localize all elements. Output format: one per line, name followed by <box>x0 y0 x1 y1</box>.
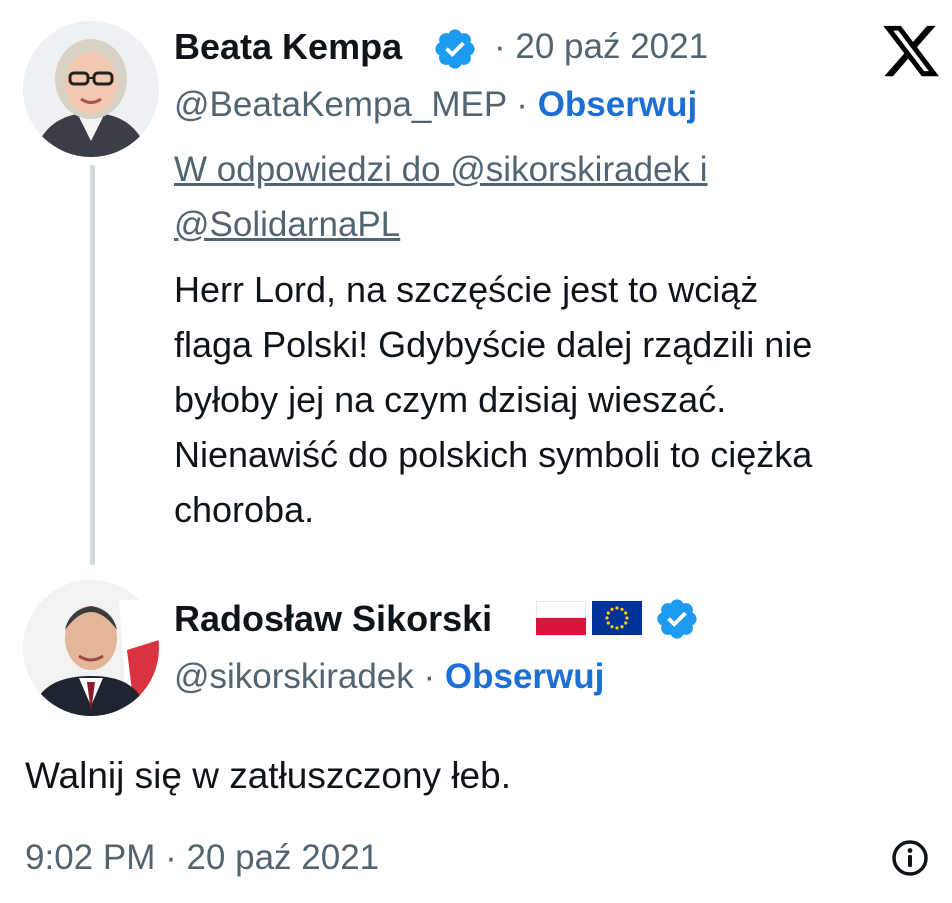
tweet-text: Herr Lord, na szczęście jest to wciąż fl… <box>174 262 934 537</box>
avatar-image <box>23 580 159 716</box>
tweet-text-line: Herr Lord, na szczęście jest to wciąż <box>174 269 759 310</box>
avatar-radoslaw-sikorski[interactable] <box>23 580 159 716</box>
replying-to-line: W odpowiedzi do @sikorskiradek i <box>174 150 708 189</box>
separator: · <box>413 657 445 696</box>
author-handle-line: @sikorskiradek · Obserwuj <box>174 657 604 697</box>
author-handle-line: @BeataKempa_MEP · Obserwuj <box>174 85 697 125</box>
tweet-text-line: byłoby jej na czym dzisiaj wieszać. <box>174 379 727 420</box>
tweet-text-line: Nienawiść do polskich symboli to ciężka <box>174 434 813 475</box>
verified-badge-icon <box>435 29 475 69</box>
replying-to-line: @SolidarnaPL <box>174 205 401 244</box>
avatar-image <box>23 21 159 157</box>
x-logo-icon[interactable] <box>880 20 942 82</box>
tweet-text-line: choroba. <box>174 489 315 530</box>
verified-badge-icon <box>657 599 697 639</box>
tweet-date[interactable]: · 20 paź 2021 <box>494 27 708 67</box>
tweet-timestamp[interactable]: 9:02 PM · 20 paź 2021 <box>25 838 379 878</box>
author-handle[interactable]: @sikorskiradek <box>174 657 414 696</box>
author-handle[interactable]: @BeataKempa_MEP <box>174 85 507 124</box>
avatar-beata-kempa[interactable] <box>23 21 159 157</box>
replying-to-link[interactable]: W odpowiedzi do @sikorskiradek i @Solida… <box>174 142 874 252</box>
eu-flag-icon <box>592 601 642 635</box>
info-icon[interactable] <box>890 838 930 878</box>
poland-flag-icon <box>536 601 586 635</box>
thread-connector-line <box>90 165 95 565</box>
tweet-text: Walnij się w zatłuszczony łeb. <box>25 755 511 796</box>
separator: · <box>506 85 538 124</box>
author-name[interactable]: Radosław Sikorski <box>174 598 492 640</box>
follow-button[interactable]: Obserwuj <box>445 657 604 696</box>
follow-button[interactable]: Obserwuj <box>538 85 697 124</box>
author-name[interactable]: Beata Kempa <box>174 26 402 68</box>
tweet-text-line: flaga Polski! Gdybyście dalej rządzili n… <box>174 324 813 365</box>
